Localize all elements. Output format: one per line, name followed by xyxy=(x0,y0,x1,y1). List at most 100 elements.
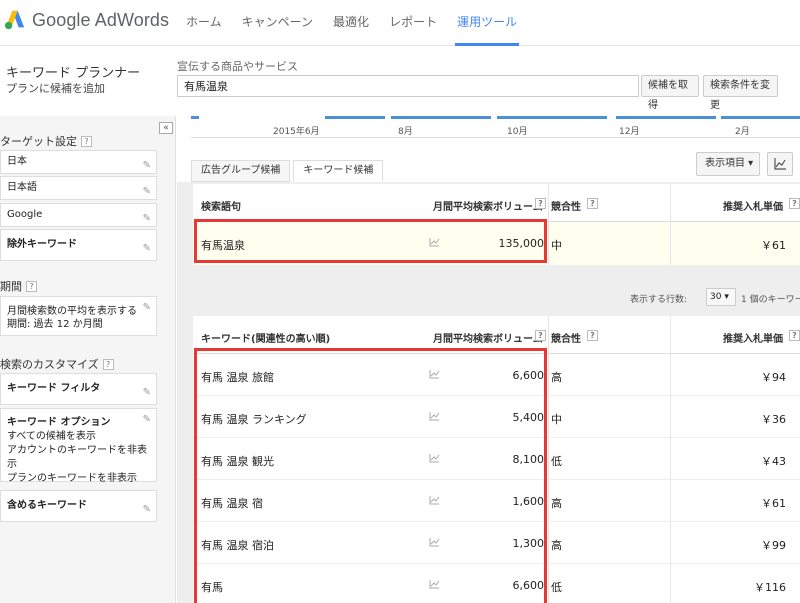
table-row[interactable]: 有馬 温泉 宿 1,600 高 ￥61 xyxy=(193,480,800,522)
header-suggested-bid[interactable]: 推奨入札単価 xyxy=(723,330,783,345)
target-language[interactable]: 日本語 ✎ xyxy=(0,176,157,200)
header-avg-volume[interactable]: 月間平均検索ボリューム xyxy=(433,330,543,345)
keyword-filter[interactable]: キーワード フィルタ ✎ xyxy=(0,373,157,405)
help-icon[interactable]: ? xyxy=(587,330,598,341)
table-row[interactable]: 有馬温泉 135,000 中 ￥61 xyxy=(193,222,800,266)
trend-icon[interactable] xyxy=(429,453,440,463)
help-icon[interactable]: ? xyxy=(535,198,546,209)
product-input[interactable] xyxy=(177,75,639,97)
main-panel: 2015年6月 8月 10月 12月 2月 広告グループ候補 キーワード候補 表… xyxy=(177,116,800,603)
pencil-icon[interactable]: ✎ xyxy=(143,413,151,427)
trend-icon[interactable] xyxy=(429,537,440,547)
trend-icon[interactable] xyxy=(429,495,440,505)
collapse-sidebar-button[interactable]: « xyxy=(159,122,173,134)
adwords-logo[interactable]: Google AdWords xyxy=(4,9,169,31)
period-setting[interactable]: 月間検索数の平均を表示する 期間: 過去 12 か月間 ✎ xyxy=(0,296,157,336)
keyword-options[interactable]: キーワード オプション すべての候補を表示 アカウントのキーワードを非表示 プラ… xyxy=(0,408,157,484)
page-subtitle: プランに候補を追加 xyxy=(6,82,105,95)
help-icon[interactable]: ? xyxy=(535,330,546,341)
pencil-icon[interactable]: ✎ xyxy=(143,208,151,230)
table-row[interactable]: 有馬 温泉 観光 8,100 低 ￥43 xyxy=(193,438,800,480)
pencil-icon[interactable]: ✎ xyxy=(143,378,151,408)
option-line: アカウントのキーワードを非表示 xyxy=(7,445,147,470)
columns-button[interactable]: 表示項目 ▾ xyxy=(696,152,760,176)
customize-title: 検索のカスタマイズ? xyxy=(0,356,114,372)
trend-icon[interactable] xyxy=(429,579,440,589)
pencil-icon[interactable]: ✎ xyxy=(143,495,151,525)
customize-title-text: 検索のカスタマイズ xyxy=(0,358,99,371)
column-divider xyxy=(670,316,671,353)
help-icon[interactable]: ? xyxy=(789,198,800,209)
tab-ad-group-ideas[interactable]: 広告グループ候補 xyxy=(191,160,291,182)
trend-icon[interactable] xyxy=(429,411,440,421)
pencil-icon[interactable]: ✎ xyxy=(143,234,151,264)
cell-bid: ￥43 xyxy=(761,455,786,468)
modify-search-button[interactable]: 検索条件を変更 xyxy=(703,75,778,111)
target-network-text: Google xyxy=(7,209,43,220)
trend-icon[interactable] xyxy=(429,237,440,247)
cell-competition: 高 xyxy=(551,371,562,384)
cell-competition: 低 xyxy=(551,581,562,594)
idea-tabs: 広告グループ候補 キーワード候補 xyxy=(191,160,386,182)
column-divider xyxy=(548,438,549,479)
header-suggested-bid[interactable]: 推奨入札単価 xyxy=(723,198,783,213)
target-network[interactable]: Google ✎ xyxy=(0,203,157,227)
tab-keyword-ideas[interactable]: キーワード候補 xyxy=(293,160,384,182)
cell-competition: 中 xyxy=(551,413,562,426)
nav-home[interactable]: ホーム xyxy=(176,0,232,46)
include-keywords[interactable]: 含めるキーワード ✎ xyxy=(0,490,157,522)
column-divider xyxy=(670,522,671,563)
nav-tools[interactable]: 運用ツール xyxy=(447,0,527,46)
cell-keyword: 有馬 温泉 ランキング xyxy=(201,413,307,426)
table-header: キーワード(関連性の高い順) 月間平均検索ボリューム? 競合性? 推奨入札単価? xyxy=(193,316,800,354)
header-keyword[interactable]: キーワード(関連性の高い順) xyxy=(201,330,330,345)
nav-reports[interactable]: レポート xyxy=(379,0,447,46)
column-divider xyxy=(670,480,671,521)
period-line-1: 月間検索数の平均を表示する xyxy=(7,306,137,317)
nav-optimize[interactable]: 最適化 xyxy=(323,0,379,46)
timeline-segment xyxy=(391,116,491,119)
trend-icon[interactable] xyxy=(429,369,440,379)
cell-keyword: 有馬 xyxy=(201,581,223,594)
targeting-title-text: ターゲット設定 xyxy=(0,135,77,148)
main-nav: ホーム キャンペーン 最適化 レポート 運用ツール xyxy=(176,0,527,46)
rows-per-page-label: 表示する行数: xyxy=(630,295,688,305)
timeline-segment xyxy=(721,116,800,119)
table-row[interactable]: 有馬 温泉 ランキング 5,400 中 ￥36 xyxy=(193,396,800,438)
cell-bid: ￥61 xyxy=(761,497,786,510)
nav-campaigns[interactable]: キャンペーン xyxy=(232,0,323,46)
column-divider xyxy=(548,184,549,221)
cell-competition: 高 xyxy=(551,539,562,552)
header-competition[interactable]: 競合性 xyxy=(551,198,581,213)
help-icon[interactable]: ? xyxy=(789,330,800,341)
timeline-label: 8月 xyxy=(398,127,413,137)
table-row[interactable]: 有馬 6,600 低 ￥116 xyxy=(193,564,800,603)
target-location[interactable]: 日本 ✎ xyxy=(0,150,157,174)
header-competition[interactable]: 競合性 xyxy=(551,330,581,345)
help-icon[interactable]: ? xyxy=(26,281,37,292)
cell-keyword: 有馬 温泉 宿泊 xyxy=(201,539,274,552)
rows-per-page-select[interactable]: 30 ▾ xyxy=(706,288,736,306)
pager: 表示する行数: 30 ▾ 1 個のキーワード中 xyxy=(193,282,800,312)
pencil-icon[interactable]: ✎ xyxy=(143,301,151,314)
negative-keywords[interactable]: 除外キーワード ✎ xyxy=(0,229,157,261)
cell-volume: 6,600 xyxy=(512,579,545,592)
pencil-icon[interactable]: ✎ xyxy=(143,155,151,177)
timeline-label: 2015年6月 xyxy=(273,127,320,137)
header-avg-volume[interactable]: 月間平均検索ボリューム xyxy=(433,198,543,213)
help-icon[interactable]: ? xyxy=(102,359,114,370)
column-divider xyxy=(670,222,671,265)
column-divider xyxy=(548,564,549,603)
table-row[interactable]: 有馬 温泉 旅館 6,600 高 ￥94 xyxy=(193,354,800,396)
pencil-icon[interactable]: ✎ xyxy=(143,181,151,203)
header-search-term[interactable]: 検索語句 xyxy=(201,198,241,213)
get-ideas-button[interactable]: 候補を取得 xyxy=(641,75,699,111)
timeline-label: 10月 xyxy=(507,127,528,137)
help-icon[interactable]: ? xyxy=(81,136,92,147)
table-row[interactable]: 有馬 温泉 宿泊 1,300 高 ￥99 xyxy=(193,522,800,564)
help-icon[interactable]: ? xyxy=(587,198,598,209)
cell-keyword: 有馬温泉 xyxy=(201,239,245,252)
chart-toggle-button[interactable] xyxy=(767,152,793,176)
cell-keyword: 有馬 温泉 宿 xyxy=(201,497,263,510)
keyword-filter-text: キーワード フィルタ xyxy=(7,383,101,394)
